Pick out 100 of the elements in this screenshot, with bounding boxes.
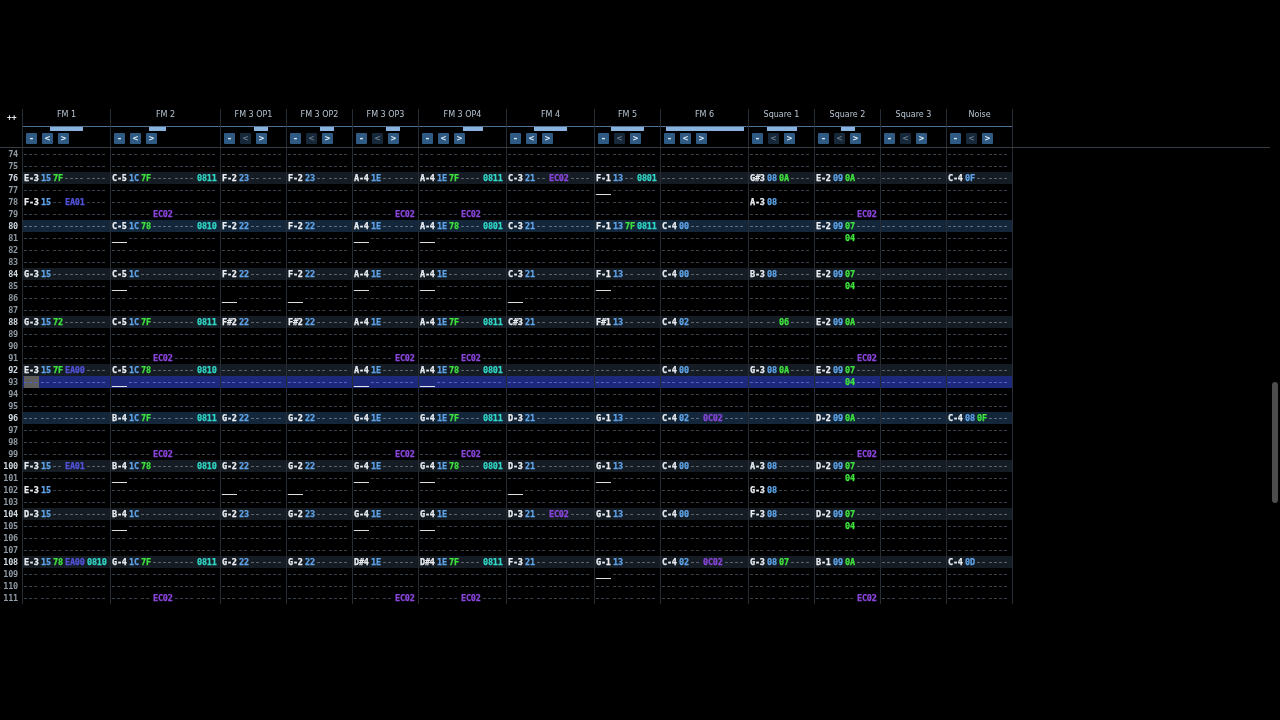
effect-code: 0801 xyxy=(483,364,503,376)
volume-value: 78 xyxy=(141,220,151,232)
note-text: ___ xyxy=(596,568,611,580)
right-arrow-button[interactable]: > xyxy=(850,133,861,144)
note-text: C-4 xyxy=(948,556,963,568)
right-arrow-button[interactable]: > xyxy=(630,133,641,144)
instrument-number: 1C xyxy=(129,316,139,328)
note-text: G-4 xyxy=(112,556,127,568)
note-text: C-4 xyxy=(948,172,963,184)
note-text: F-3 xyxy=(24,196,39,208)
corner-button[interactable]: ++ xyxy=(5,112,19,124)
minus-button[interactable]: - xyxy=(26,133,37,144)
scrollbar-thumb[interactable] xyxy=(1272,382,1278,503)
instrument-number: 15 xyxy=(41,268,51,280)
note-text: F#2 xyxy=(288,316,303,328)
instrument-number: 13 xyxy=(613,268,623,280)
volume-value: 04 xyxy=(845,232,855,244)
volume-value: 07 xyxy=(845,364,855,376)
instrument-number: 1E xyxy=(371,220,381,232)
note-text: F-3 xyxy=(24,460,39,472)
note-text: F-2 xyxy=(288,268,303,280)
note-text: A-4 xyxy=(354,364,369,376)
minus-button[interactable]: - xyxy=(950,133,961,144)
right-arrow-button[interactable]: > xyxy=(982,133,993,144)
note-text: A-4 xyxy=(420,220,435,232)
minus-button[interactable]: - xyxy=(510,133,521,144)
minus-button[interactable]: - xyxy=(422,133,433,144)
instrument-number: 09 xyxy=(833,412,843,424)
right-arrow-button[interactable]: > xyxy=(256,133,267,144)
note-text: F-1 xyxy=(596,172,611,184)
volume-value: 7F xyxy=(141,412,151,424)
volume-value: 78 xyxy=(449,220,459,232)
note-text: D-3 xyxy=(508,508,523,520)
note-text: ___ xyxy=(222,292,237,304)
minus-button[interactable]: - xyxy=(290,133,301,144)
minus-button[interactable]: - xyxy=(598,133,609,144)
volume-value: 7F xyxy=(53,364,63,376)
right-arrow-button[interactable]: > xyxy=(696,133,707,144)
note-text: F#2 xyxy=(222,316,237,328)
left-arrow-button[interactable]: < xyxy=(42,133,53,144)
note-text: G-3 xyxy=(24,316,39,328)
note-text: C#3 xyxy=(508,316,523,328)
right-arrow-button[interactable]: > xyxy=(916,133,927,144)
minus-button[interactable]: - xyxy=(752,133,763,144)
note-text: ___ xyxy=(596,280,611,292)
instrument-number: 09 xyxy=(833,460,843,472)
instrument-number: 22 xyxy=(239,220,249,232)
row-number: 98 xyxy=(8,436,18,448)
instrument-number: 22 xyxy=(305,556,315,568)
note-text: E-2 xyxy=(816,364,831,376)
instrument-number: 15 xyxy=(41,556,51,568)
note-text: F-2 xyxy=(222,220,237,232)
note-text: D-2 xyxy=(816,508,831,520)
left-arrow-button[interactable]: < xyxy=(130,133,141,144)
minus-button[interactable]: - xyxy=(818,133,829,144)
instrument-number: 21 xyxy=(525,460,535,472)
note-text: G-1 xyxy=(596,460,611,472)
right-arrow-button[interactable]: > xyxy=(542,133,553,144)
instrument-number: 00 xyxy=(679,220,689,232)
right-arrow-button[interactable]: > xyxy=(146,133,157,144)
note-text: ___ xyxy=(420,232,435,244)
instrument-number: 09 xyxy=(833,172,843,184)
left-arrow-button[interactable]: < xyxy=(438,133,449,144)
right-arrow-button[interactable]: > xyxy=(454,133,465,144)
row-number: 103 xyxy=(3,496,18,508)
instrument-number: 21 xyxy=(525,316,535,328)
minus-button[interactable]: - xyxy=(224,133,235,144)
note-text: ___ xyxy=(112,472,127,484)
instrument-number: 1E xyxy=(437,364,447,376)
note-text: G-4 xyxy=(420,460,435,472)
left-arrow-button[interactable]: < xyxy=(680,133,691,144)
note-text: C-5 xyxy=(112,364,127,376)
row-number: 87 xyxy=(8,304,18,316)
minus-button[interactable]: - xyxy=(664,133,675,144)
effect-code: EC02 xyxy=(395,592,415,604)
volume-value: 0A xyxy=(779,172,789,184)
effect-code: 0810 xyxy=(87,556,107,568)
note-text: F-2 xyxy=(222,268,237,280)
channel-name: Noise xyxy=(968,110,991,121)
minus-button[interactable]: - xyxy=(114,133,125,144)
instrument-number: 23 xyxy=(239,508,249,520)
instrument-number: 15 xyxy=(41,508,51,520)
right-arrow-button[interactable]: > xyxy=(784,133,795,144)
effect-code: 0811 xyxy=(197,316,217,328)
minus-button[interactable]: - xyxy=(356,133,367,144)
instrument-number: 08 xyxy=(767,460,777,472)
right-arrow-button[interactable]: > xyxy=(388,133,399,144)
instrument-number: 21 xyxy=(525,412,535,424)
note-text: ___ xyxy=(508,292,523,304)
instrument-number: 13 xyxy=(613,508,623,520)
minus-button[interactable]: - xyxy=(884,133,895,144)
right-arrow-button[interactable]: > xyxy=(58,133,69,144)
left-arrow-button[interactable]: < xyxy=(526,133,537,144)
note-text: D-3 xyxy=(508,412,523,424)
note-text: C-5 xyxy=(112,220,127,232)
note-text: G#3 xyxy=(750,172,765,184)
note-text: A-4 xyxy=(354,268,369,280)
right-arrow-button[interactable]: > xyxy=(322,133,333,144)
row-number: 91 xyxy=(8,352,18,364)
note-text: ___ xyxy=(420,472,435,484)
